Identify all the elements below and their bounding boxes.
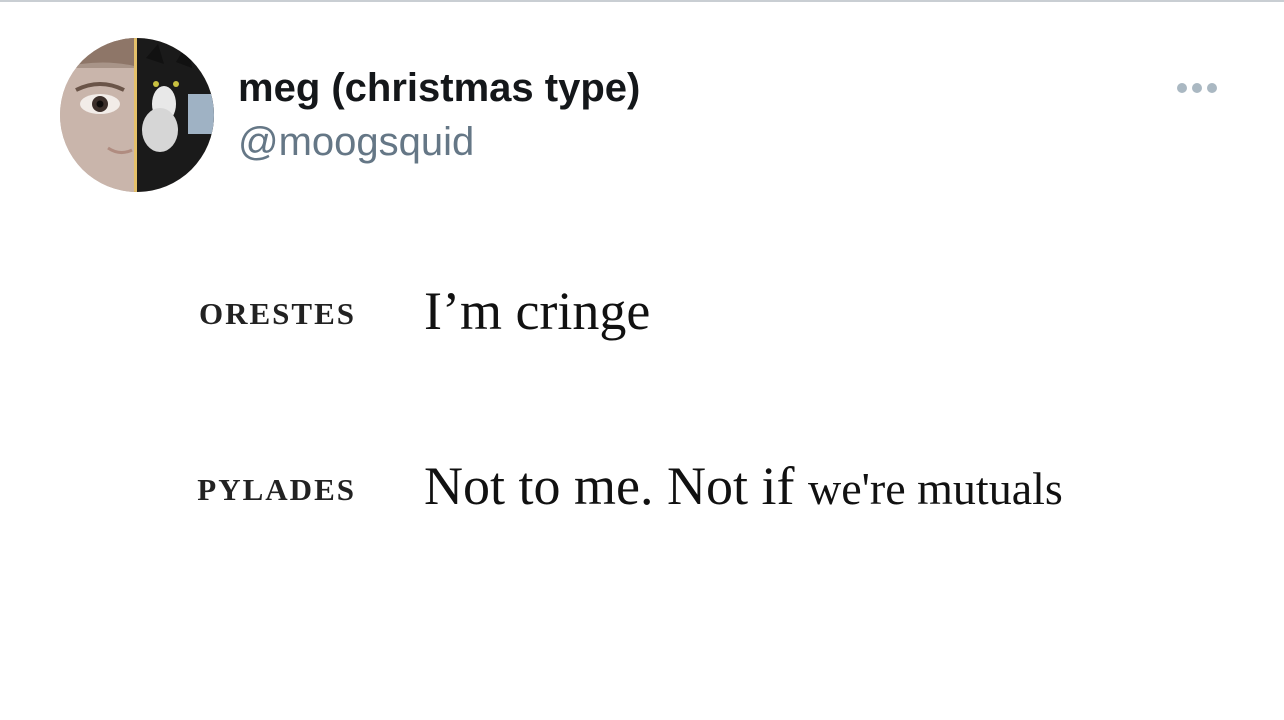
dialogue-line: Not to me. Not if we're mutuals xyxy=(424,455,1063,517)
dialogue-line: I’m cringe xyxy=(424,280,650,342)
speaker-label: ORESTES xyxy=(198,296,356,331)
dialogue-line-text: I’m cringe xyxy=(424,281,651,341)
speaker-label: PYLADES xyxy=(197,472,356,507)
tweet-image-dialogue: ORESTES I’m cringe PYLADES Not to me. No… xyxy=(0,0,1284,720)
dialogue-line-text: Not to me. Not if xyxy=(424,456,808,516)
dialogue-line-tail: we're mutuals xyxy=(807,463,1063,514)
